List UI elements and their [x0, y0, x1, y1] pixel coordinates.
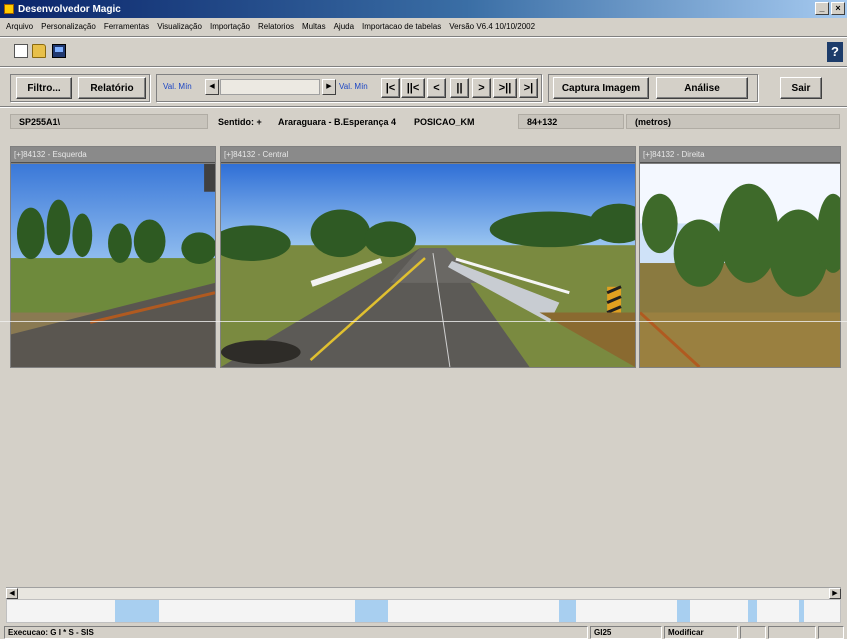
captura-imagem-button[interactable]: Captura Imagem — [553, 77, 649, 99]
menu-versao[interactable]: Versão V6.4 10/10/2002 — [445, 22, 539, 31]
info-separator — [0, 106, 847, 108]
sair-button[interactable]: Sair — [780, 77, 822, 99]
filtro-button[interactable]: Filtro... — [16, 77, 72, 99]
menu-visualizacao[interactable]: Visualização — [153, 22, 206, 31]
nav-next-block-button[interactable]: >|| — [493, 78, 517, 98]
window-controls: _ × — [815, 2, 845, 15]
timeline-segment[interactable] — [677, 600, 690, 622]
relatorio-button[interactable]: Relatório — [78, 77, 146, 99]
nav-last-button[interactable]: >| — [519, 78, 538, 98]
help-icon[interactable]: ? — [827, 42, 843, 62]
slider-left-arrow[interactable]: ◀ — [205, 79, 219, 95]
value-slider[interactable] — [220, 79, 320, 95]
menu-bar: Arquivo Personalização Ferramentas Visua… — [0, 18, 847, 35]
scroll-left-icon[interactable]: ◀ — [6, 588, 18, 599]
unidade-field: (metros) — [626, 114, 840, 129]
timeline-segment[interactable] — [355, 600, 388, 622]
minimize-button[interactable]: _ — [815, 2, 829, 15]
new-document-icon[interactable] — [14, 44, 28, 58]
center-camera-image — [221, 164, 635, 367]
posicao-label: POSICAO_KM — [414, 117, 475, 127]
status-empty-1 — [740, 626, 766, 639]
slider-right-arrow[interactable]: ▶ — [322, 79, 336, 95]
open-folder-icon[interactable] — [32, 44, 46, 58]
menu-arquivo[interactable]: Arquivo — [2, 22, 37, 31]
horizontal-scrollbar[interactable]: ◀ ▶ — [6, 587, 841, 599]
title-bar: Desenvolvedor Magic _ × — [0, 0, 847, 18]
menu-ajuda[interactable]: Ajuda — [330, 22, 358, 31]
cursor-guide-line — [0, 321, 847, 322]
posicao-value-field: 84+132 — [518, 114, 624, 129]
menu-ferramentas[interactable]: Ferramentas — [100, 22, 153, 31]
image-timeline[interactable] — [6, 599, 841, 623]
panel-esquerda-header[interactable]: [+]84132 - Esquerda — [11, 147, 215, 163]
rodovia-field: SP255A1\ — [10, 114, 208, 129]
analise-button[interactable]: Análise — [656, 77, 748, 99]
menu-importacao-tabelas[interactable]: Importacao de tabelas — [358, 22, 445, 31]
trecho-label: Araraguara - B.Esperança 4 — [278, 117, 397, 127]
timeline-segment[interactable] — [559, 600, 576, 622]
panel-central-header[interactable]: [+]84132 - Central — [221, 147, 635, 163]
status-empty-2 — [768, 626, 816, 639]
scroll-right-icon[interactable]: ▶ — [829, 588, 841, 599]
nav-prev-button[interactable]: < — [427, 78, 446, 98]
val-min-left-label: Val. Mín — [163, 82, 192, 91]
app-icon — [4, 4, 14, 14]
menu-relatorios[interactable]: Relatorios — [254, 22, 298, 31]
nav-prev-block-button[interactable]: ||< — [401, 78, 425, 98]
timeline-segment[interactable] — [748, 600, 757, 622]
menu-importacao[interactable]: Importação — [206, 22, 254, 31]
panel-central: [+]84132 - Central — [220, 146, 636, 368]
toolbar-separator — [0, 66, 847, 68]
nav-pause-button[interactable]: || — [450, 78, 469, 98]
status-codigo: GI25 — [590, 626, 662, 639]
panel-direita-header[interactable]: [+]84132 - Direita — [640, 147, 840, 163]
menu-multas[interactable]: Multas — [298, 22, 330, 31]
icon-toolbar: ? — [0, 38, 847, 66]
close-button[interactable]: × — [831, 2, 845, 15]
window-title: Desenvolvedor Magic — [18, 3, 121, 15]
sentido-label: Sentido: + — [218, 117, 262, 127]
timeline-segment[interactable] — [799, 600, 804, 622]
status-modo: Modificar — [664, 626, 738, 639]
computer-icon[interactable] — [52, 44, 66, 58]
val-min-right-label: Val. Mín — [339, 82, 368, 91]
left-camera-image — [11, 164, 215, 367]
status-empty-3 — [818, 626, 844, 639]
timeline-segment[interactable] — [115, 600, 159, 622]
panel-esquerda: [+]84132 - Esquerda — [10, 146, 216, 368]
status-execucao: Execucao: G I * S - SIS — [4, 626, 588, 639]
panel-direita: [+]84132 - Direita — [639, 146, 841, 368]
nav-first-button[interactable]: |< — [381, 78, 400, 98]
menu-personalizacao[interactable]: Personalização — [37, 22, 100, 31]
right-camera-image — [640, 164, 840, 367]
nav-next-button[interactable]: > — [472, 78, 491, 98]
